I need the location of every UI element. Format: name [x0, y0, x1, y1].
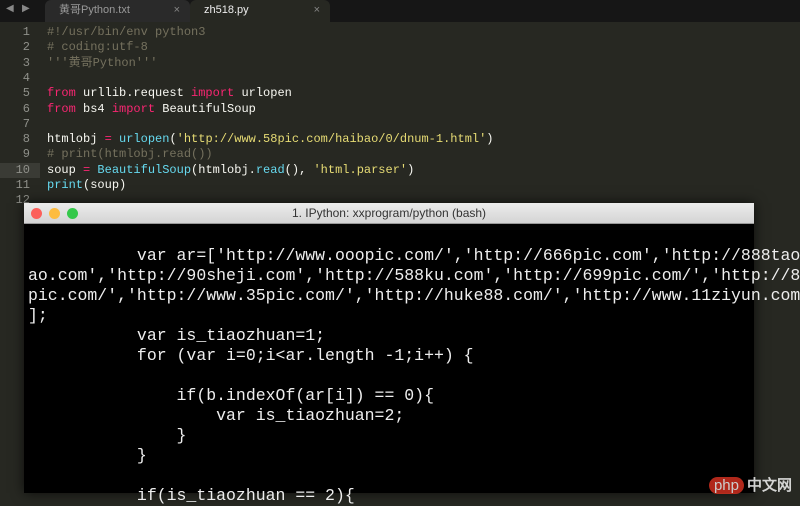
line-number: 5: [22, 86, 30, 101]
terminal-line: }: [28, 446, 147, 465]
line-number: 1: [22, 25, 30, 39]
code-token: print: [47, 178, 84, 192]
back-arrow-icon[interactable]: ◀: [6, 3, 14, 14]
code-line: '''黄哥Python''': [47, 56, 157, 71]
code-token: ): [486, 132, 494, 147]
code-token: BeautifulSoup: [97, 162, 192, 177]
terminal-line: for (var i=0;i<ar.length -1;i++) {: [28, 346, 474, 365]
tab-label: 黄哥Python.txt: [59, 4, 130, 16]
tab-zh518-py[interactable]: zh518.py ×: [190, 0, 330, 22]
tab-huangge-python-txt[interactable]: 黄哥Python.txt ×: [45, 0, 190, 22]
line-number: 7: [22, 116, 30, 131]
line-number: 11: [15, 178, 30, 192]
code-token: (htmlobj.: [191, 162, 256, 177]
terminal-line: var ar=['http://www.ooopic.com/','http:/…: [28, 246, 800, 265]
watermark: php 中文网: [708, 474, 792, 495]
zoom-window-button[interactable]: [67, 208, 78, 219]
code-line: soup = BeautifulSoup(htmlobj.read(), 'ht…: [47, 163, 414, 178]
code-token: BeautifulSoup: [155, 101, 256, 116]
terminal-line: var is_tiaozhuan=1;: [28, 326, 326, 345]
forward-arrow-icon[interactable]: ▶: [22, 3, 30, 14]
terminal-window[interactable]: 1. IPython: xxprogram/python (bash) var …: [24, 203, 800, 505]
code-token: soup: [47, 162, 84, 177]
terminal-line: if(b.indexOf(ar[i]) == 0){: [28, 386, 434, 405]
code-token: # coding:utf-8: [47, 40, 148, 55]
tab-bar: ◀ ▶ 黄哥Python.txt × zh518.py ×: [0, 0, 800, 22]
code-line: from bs4 import BeautifulSoup: [47, 102, 256, 117]
terminal-line: pic.com/','http://www.35pic.com/','http:…: [28, 286, 800, 305]
code-token: # print(htmlobj.read()): [47, 147, 213, 162]
code-token: import: [111, 101, 156, 116]
tab-label: zh518.py: [204, 4, 249, 16]
close-icon[interactable]: ×: [314, 0, 320, 20]
watermark-logo: php: [708, 477, 744, 494]
code-token: ): [407, 162, 415, 177]
code-token: from: [47, 86, 76, 101]
code-token: urlopen: [234, 86, 292, 101]
code-token: (: [169, 132, 177, 147]
terminal-line: ao.com','http://90sheji.com','http://588…: [28, 266, 800, 285]
code-line: print(soup): [47, 178, 126, 193]
code-line: from urllib.request import urlopen: [47, 86, 292, 101]
code-token: urlopen: [119, 132, 170, 147]
code-token: urllib.request: [75, 86, 192, 101]
line-number: 8: [22, 132, 30, 147]
code-token: htmlobj: [47, 132, 105, 147]
terminal-title-bar: 1. IPython: xxprogram/python (bash): [24, 203, 754, 224]
close-window-button[interactable]: [31, 208, 42, 219]
code-line: #!/usr/bin/env python3: [47, 25, 205, 40]
code-editor[interactable]: 1 #!/usr/bin/env python3 2 # coding:utf-8 3 '…: [0, 22, 800, 222]
terminal-title: 1. IPython: xxprogram/python (bash): [291, 206, 487, 220]
code-token: 'html.parser': [313, 162, 408, 177]
code-line: # print(htmlobj.read()): [47, 147, 213, 162]
terminal-line: }: [28, 426, 187, 445]
line-number: 6: [22, 101, 30, 116]
line-number: 2: [22, 40, 30, 55]
code-line: htmlobj = urlopen('http://www.58pic.com/…: [47, 132, 494, 147]
code-token: read: [255, 162, 285, 177]
code-token: import: [191, 86, 235, 101]
close-icon[interactable]: ×: [174, 0, 180, 20]
code-token: (soup): [83, 178, 127, 192]
line-number: 9: [22, 147, 30, 162]
minimize-window-button[interactable]: [49, 208, 60, 219]
terminal-line: var is_tiaozhuan=2;: [28, 406, 405, 425]
line-number: 10: [15, 162, 30, 177]
code-token: bs4: [75, 101, 112, 116]
code-token: =: [104, 132, 112, 147]
code-token: '''黄哥Python''': [47, 55, 158, 70]
terminal-line: ];: [28, 306, 48, 325]
code-token: from: [47, 101, 76, 116]
code-token: #!/usr/bin/env python3: [47, 25, 206, 39]
line-number: 3: [22, 55, 30, 70]
line-number: 4: [22, 70, 30, 85]
code-token: 'http://www.58pic.com/haibao/0/dnum-1.ht…: [176, 132, 487, 147]
watermark-text: 中文网: [746, 477, 792, 494]
terminal-line: if(is_tiaozhuan == 2){: [28, 486, 355, 505]
code-line: # coding:utf-8: [47, 40, 148, 55]
code-token: (),: [284, 162, 314, 177]
terminal-output: var ar=['http://www.ooopic.com/','http:/…: [24, 224, 800, 506]
